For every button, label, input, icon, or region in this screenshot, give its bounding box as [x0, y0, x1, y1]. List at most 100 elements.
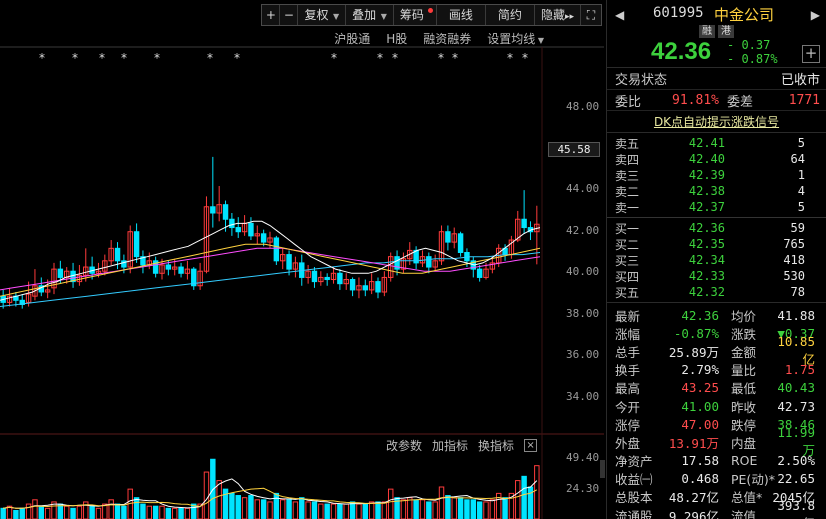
volume-bar: [235, 495, 241, 519]
order-level-label: 卖二: [615, 184, 640, 199]
quote-panel: ◀ 601995 中金公司 ▶ 融 港 42.36 - 0.37 - 0.87%…: [606, 0, 826, 519]
add-indicator-button[interactable]: 加指标: [432, 437, 468, 454]
event-marker-icon: *: [207, 51, 213, 65]
quote-row: 外盘 13.91万 内盘 11.99万: [607, 425, 826, 458]
candle-body: [248, 222, 254, 237]
quote-value: 2.50%: [777, 453, 815, 469]
volume-bar: [0, 507, 6, 519]
candle-body: [273, 237, 280, 262]
order-level-label: 卖四: [615, 152, 640, 167]
ask-row[interactable]: 卖四 42.40 64: [607, 151, 826, 167]
quote-label: 最新: [615, 308, 641, 324]
bid-row[interactable]: 买四 42.33 530: [607, 268, 826, 284]
volume-bar: [229, 492, 235, 519]
volume-bar: [387, 488, 394, 519]
order-price: 42.33: [688, 269, 725, 283]
ask-row[interactable]: 卖二 42.38 4: [607, 183, 826, 199]
trade-status-value: 已收市: [780, 73, 820, 88]
bid-row[interactable]: 买一 42.36 59: [607, 220, 826, 236]
ask-row[interactable]: 卖五 42.41 5: [607, 135, 826, 151]
sell-orders: 卖五 42.41 5 卖四 42.40 64 卖三 42.39 1 卖二 42.38 4 卖一 42.37…: [607, 135, 826, 215]
volume-bar: [279, 499, 286, 519]
close-icon[interactable]: ×: [524, 439, 538, 452]
weibi-row: 委比 91.81% 委差 1771: [607, 90, 826, 111]
order-level-label: 卖三: [615, 168, 640, 183]
next-stock-icon[interactable]: ▶: [811, 8, 820, 22]
ask-row[interactable]: 卖一 42.37 5: [607, 199, 826, 215]
bid-row[interactable]: 买三 42.34 418: [607, 252, 826, 268]
order-volume: 5: [797, 136, 805, 150]
candle-body: [286, 254, 292, 270]
candle-body: [521, 218, 527, 229]
order-price: 42.39: [688, 168, 725, 182]
candle-body: [178, 266, 184, 274]
quote-value: 47.00: [681, 416, 719, 432]
volume-bar: [89, 505, 95, 519]
change-value: - 0.37: [727, 38, 771, 52]
ask-row[interactable]: 卖三 42.39 1: [607, 167, 826, 183]
weicha-value: 1771: [788, 92, 820, 108]
volume-bar: [318, 503, 324, 519]
quote-row: 总手 25.89万 金额 10.85亿: [607, 334, 826, 367]
order-volume: 78: [790, 285, 805, 299]
volume-bar: [407, 497, 413, 519]
ma20-line: [0, 247, 541, 291]
quote-table: 最新 42.36 均价 41.88 涨幅 -0.87% 涨跌 ▼0.37 总手 25.89万 金额 1…: [607, 303, 826, 519]
volume-bar: [121, 505, 127, 519]
quote-label: ROE: [731, 453, 758, 469]
change-percent: - 0.87%: [727, 52, 778, 66]
volume-bar: [299, 497, 305, 519]
volume-bar: [171, 507, 178, 519]
weibi-value: 91.81%: [672, 92, 719, 108]
switch-indicator-button[interactable]: 换指标: [478, 437, 514, 454]
weicha-label: 委差: [727, 94, 754, 110]
order-volume: 765: [783, 237, 805, 251]
volume-bar: [63, 505, 70, 519]
stock-badges: 融 港: [699, 25, 734, 38]
quote-row: 最新 42.36 均价 41.88: [607, 306, 826, 324]
margin-badge: 融: [699, 25, 715, 38]
quote-value: 42.73: [777, 398, 815, 414]
change-params-button[interactable]: 改参数: [386, 437, 422, 454]
volume-bar: [140, 503, 146, 519]
panel-splitter-handle[interactable]: [600, 460, 605, 478]
order-level-label: 买三: [615, 253, 640, 268]
volume-bar: [254, 499, 261, 519]
price-tick: 48.00: [566, 100, 600, 113]
volume-bar: [349, 501, 356, 519]
quote-label: 均价: [731, 308, 757, 324]
candle-body: [235, 227, 241, 233]
volume-bar: [521, 475, 527, 519]
candle-body: [260, 233, 267, 243]
dk-signal-link[interactable]: DK点自动提示涨跌信号: [607, 111, 826, 133]
volume-bar: [159, 505, 165, 519]
candle-body: [114, 247, 121, 262]
quote-label: 量比: [731, 363, 757, 379]
volume-bar: [324, 503, 330, 519]
price-tick: 38.00: [566, 307, 600, 320]
volume-bar: [534, 465, 540, 519]
volume-bar: [19, 507, 25, 519]
add-watchlist-button[interactable]: +: [802, 45, 820, 63]
volume-bar: [438, 486, 445, 519]
quote-label: 金额: [731, 344, 757, 360]
candle-body: [324, 276, 330, 281]
bid-row[interactable]: 买二 42.35 765: [607, 236, 826, 252]
candle-body: [210, 206, 216, 214]
prev-stock-icon[interactable]: ◀: [615, 8, 624, 22]
quote-label: 内盘: [731, 435, 757, 451]
event-marker-icon: *: [39, 51, 45, 65]
volume-bar: [426, 501, 432, 519]
kline-chart-area[interactable]: + − 复权 ▼ 叠加 ▼ 筹码 画线 简约 隐藏▸▸ ⛶ 沪股通 H股 融资融…: [0, 0, 605, 519]
order-price: 42.40: [688, 152, 725, 166]
quote-value: 13.91万: [668, 435, 719, 451]
quote-label: 净资产: [615, 454, 653, 470]
volume-bar: [375, 501, 381, 519]
volume-bar: [248, 495, 254, 519]
volume-bar: [152, 505, 159, 519]
volume-bar: [273, 492, 280, 519]
bid-row[interactable]: 买五 42.32 78: [607, 284, 826, 300]
price-tick: 36.00: [566, 348, 600, 361]
volume-bar: [260, 499, 267, 519]
volume-bar: [292, 501, 299, 519]
